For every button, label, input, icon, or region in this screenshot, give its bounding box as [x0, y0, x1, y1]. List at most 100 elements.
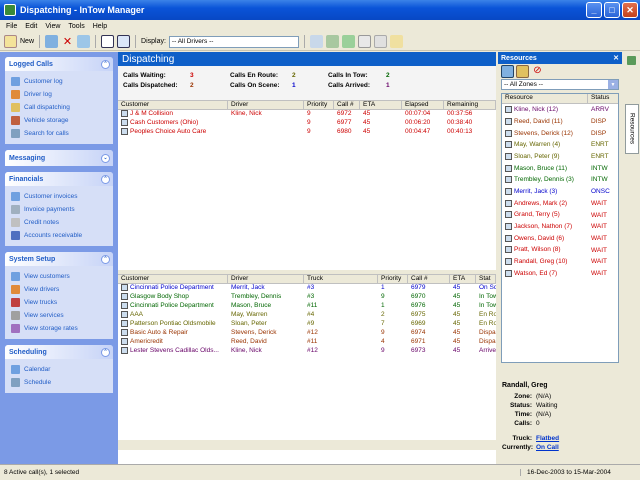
collapse-icon[interactable]: ⌃: [101, 347, 110, 357]
table-row[interactable]: Cash Customers (Ohio) 9 6977 45 00:06:20…: [118, 119, 496, 128]
preview-icon[interactable]: [373, 35, 387, 48]
resource-row[interactable]: May, Warren (4) ENRT: [502, 139, 618, 151]
link-accounts-receivable[interactable]: Accounts receivable: [11, 229, 107, 242]
link-vehicle-storage[interactable]: Vehicle storage: [11, 114, 107, 127]
help-icon[interactable]: [389, 35, 403, 48]
zone-select[interactable]: -- All Zones -- ▼: [501, 79, 619, 90]
tab-resources[interactable]: Resources: [625, 104, 639, 154]
resource-row[interactable]: Sloan, Peter (9) ENRT: [502, 151, 618, 163]
print-icon[interactable]: [357, 35, 371, 48]
resource-row[interactable]: Reed, David (11) DISP: [502, 116, 618, 128]
view-icon[interactable]: [77, 35, 91, 48]
col-priority[interactable]: Priority: [304, 101, 334, 109]
table-row[interactable]: Lester Stevens Cadillac Olds... Kline, N…: [118, 347, 496, 356]
panel-logged-calls: Logged Calls ⌃ Customer log Driver log Ca…: [5, 57, 113, 144]
export-icon[interactable]: [341, 35, 355, 48]
table-row[interactable]: Patterson Pontiac Oldsmobile Sloan, Pete…: [118, 320, 496, 329]
stat-label: Calls In Tow:: [328, 72, 368, 79]
menu-file[interactable]: File: [6, 23, 17, 30]
col-remaining[interactable]: Remaining: [444, 101, 496, 109]
link-schedule[interactable]: Schedule: [11, 376, 107, 389]
col-call[interactable]: Call #: [334, 101, 360, 109]
dispatch-icon[interactable]: [325, 35, 339, 48]
link-search-calls[interactable]: Search for calls: [11, 127, 107, 140]
link-invoice-payments[interactable]: Invoice payments: [11, 203, 107, 216]
col-eta[interactable]: ETA: [360, 101, 402, 109]
menu-view[interactable]: View: [45, 23, 60, 30]
link-view-trucks[interactable]: View trucks: [11, 296, 107, 309]
resource-row[interactable]: Randall, Greg (10) WAIT: [502, 256, 618, 268]
collapse-icon[interactable]: ⌃: [101, 254, 110, 264]
menu-help[interactable]: Help: [93, 23, 107, 30]
col-priority[interactable]: Priority: [378, 275, 408, 283]
table-row[interactable]: Americredit Reed, David #11 4 6971 45 Di…: [118, 338, 496, 347]
col-elapsed[interactable]: Elapsed: [402, 101, 444, 109]
col-customer[interactable]: Customer: [118, 275, 228, 283]
resource-row[interactable]: Mason, Bruce (11) INTW: [502, 162, 618, 174]
truck-view-icon[interactable]: [516, 64, 529, 78]
new-button[interactable]: New: [20, 38, 34, 45]
resource-row[interactable]: Merrit, Jack (3) ONSC: [502, 186, 618, 198]
resource-icon: [505, 188, 512, 196]
layout-single-icon[interactable]: [101, 35, 115, 48]
close-icon[interactable]: ✕: [613, 54, 619, 62]
collapse-icon[interactable]: ⌃: [101, 174, 110, 184]
collapse-icon[interactable]: ⌃: [101, 59, 110, 69]
table-row[interactable]: J & M Collision Kline, Nick 9 6972 45 00…: [118, 110, 496, 119]
link-driver-log[interactable]: Driver log: [11, 88, 107, 101]
no-entry-icon[interactable]: ⊘: [531, 65, 544, 78]
display-label: Display:: [141, 38, 166, 45]
dispatch-area: Dispatching Calls Waiting: 3 Calls Dispa…: [118, 52, 496, 464]
link-view-customers[interactable]: View customers: [11, 270, 107, 283]
truck-link[interactable]: Flatbed: [536, 435, 559, 444]
assign-icon[interactable]: [309, 35, 323, 48]
maximize-button[interactable]: □: [604, 2, 620, 18]
resource-row[interactable]: Grand, Terry (5) WAIT: [502, 209, 618, 221]
expand-icon[interactable]: ⌄: [101, 153, 110, 163]
driver-view-icon[interactable]: [501, 64, 514, 78]
currently-link[interactable]: On Call: [536, 444, 559, 453]
table-row[interactable]: Glasgow Body Shop Trembley, Dennis #3 9 …: [118, 293, 496, 302]
col-driver[interactable]: Driver: [228, 101, 304, 109]
resource-icon: [505, 223, 512, 231]
link-view-services[interactable]: View services: [11, 309, 107, 322]
link-view-storage-rates[interactable]: View storage rates: [11, 322, 107, 335]
table-row[interactable]: Cincinnati Police Department Mason, Bruc…: [118, 302, 496, 311]
resource-row[interactable]: Owens, David (6) WAIT: [502, 233, 618, 245]
window-title: Dispatching - InTow Manager: [20, 5, 145, 15]
menu-edit[interactable]: Edit: [25, 23, 37, 30]
resource-row[interactable]: Kline, Nick (12) ARRV: [502, 104, 618, 116]
table-row[interactable]: Peoples Choice Auto Care 9 6980 45 00:04…: [118, 128, 496, 137]
menu-tools[interactable]: Tools: [68, 23, 84, 30]
col-call[interactable]: Call #: [408, 275, 450, 283]
minimize-button[interactable]: _: [586, 2, 602, 18]
table-row[interactable]: Cincinnati Police Department Merrit, Jac…: [118, 284, 496, 293]
table-row[interactable]: AAA May, Warren #4 2 6975 45 En Ro: [118, 311, 496, 320]
link-calendar[interactable]: Calendar: [11, 363, 107, 376]
link-customer-invoices[interactable]: Customer invoices: [11, 190, 107, 203]
menu-bar: File Edit View Tools Help: [0, 20, 640, 33]
link-customer-log[interactable]: Customer log: [11, 75, 107, 88]
layout-split-icon[interactable]: [117, 35, 131, 48]
link-view-drivers[interactable]: View drivers: [11, 283, 107, 296]
table-row[interactable]: Basic Auto & Repair Stevens, Derick #12 …: [118, 329, 496, 338]
chevron-down-icon[interactable]: ▼: [608, 80, 618, 89]
col-customer[interactable]: Customer: [118, 101, 228, 109]
resource-row[interactable]: Watson, Ed (7) WAIT: [502, 268, 618, 280]
col-driver[interactable]: Driver: [228, 275, 304, 283]
close-button[interactable]: ✕: [622, 2, 638, 18]
resource-row[interactable]: Jackson, Nathon (7) WAIT: [502, 221, 618, 233]
link-credit-notes[interactable]: Credit notes: [11, 216, 107, 229]
resource-row[interactable]: Stevens, Derick (12) DISP: [502, 127, 618, 139]
resource-row[interactable]: Andrews, Mark (2) WAIT: [502, 198, 618, 210]
resource-row[interactable]: Pratt, Wilson (8) WAIT: [502, 244, 618, 256]
delete-icon[interactable]: ✕: [61, 35, 74, 48]
display-select[interactable]: -- All Drivers --: [168, 35, 299, 48]
resource-row[interactable]: Trembley, Dennis (3) INTW: [502, 174, 618, 186]
col-truck[interactable]: Truck: [304, 275, 378, 283]
link-call-dispatching[interactable]: Call dispatching: [11, 101, 107, 114]
new-icon[interactable]: [4, 35, 17, 48]
col-stat[interactable]: Stat: [476, 275, 496, 283]
col-eta[interactable]: ETA: [450, 275, 476, 283]
refresh-icon[interactable]: [45, 35, 59, 48]
